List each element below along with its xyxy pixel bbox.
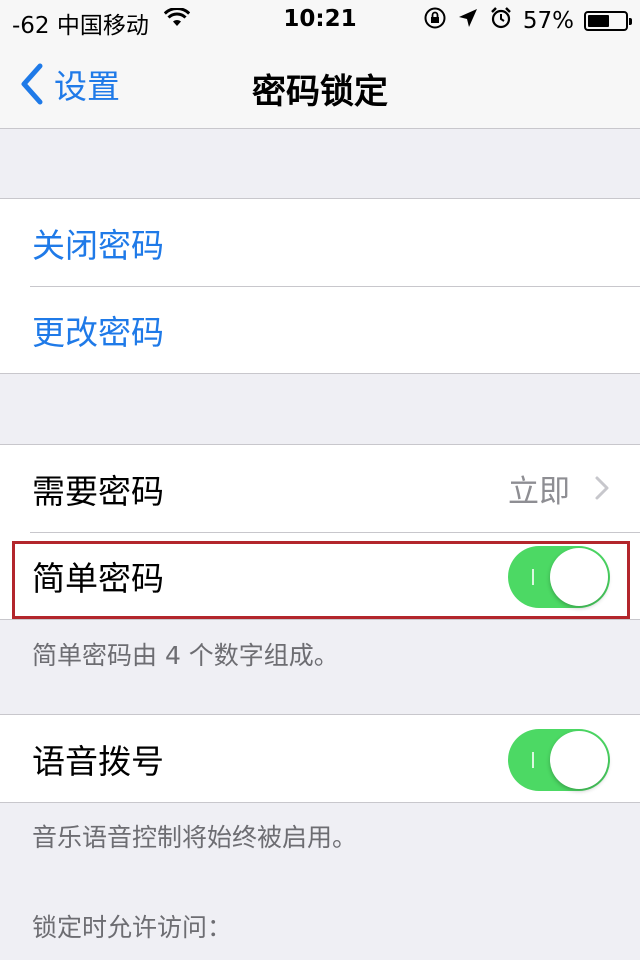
turn-off-passcode-row[interactable]: 关闭密码 bbox=[0, 199, 640, 286]
toggle-knob bbox=[550, 731, 608, 789]
turn-off-passcode-label: 关闭密码 bbox=[32, 225, 164, 265]
simple-passcode-row: 简单密码 bbox=[0, 532, 640, 619]
voice-dial-label: 语音拨号 bbox=[32, 741, 164, 781]
status-bar: -62 中国移动 10:21 57% bbox=[0, 0, 640, 40]
screen: -62 中国移动 10:21 57% 设置 密码锁定 关闭密码 更改密码 需要密… bbox=[0, 0, 640, 960]
voice-dial-toggle[interactable] bbox=[508, 729, 610, 791]
toggle-knob bbox=[550, 548, 608, 606]
location-arrow-icon bbox=[457, 7, 479, 35]
voice-dial-row: 语音拨号 bbox=[0, 715, 640, 802]
voice-dial-group: 语音拨号 bbox=[0, 714, 640, 803]
toggle-on-indicator bbox=[532, 752, 534, 768]
simple-passcode-footer: 简单密码由 4 个数字组成。 bbox=[32, 641, 339, 670]
navigation-bar: 设置 密码锁定 bbox=[0, 40, 640, 129]
status-icons: 57% bbox=[423, 6, 632, 36]
require-passcode-label: 需要密码 bbox=[32, 471, 164, 511]
change-passcode-row[interactable]: 更改密码 bbox=[0, 286, 640, 373]
alarm-icon bbox=[489, 6, 513, 36]
page-title: 密码锁定 bbox=[252, 72, 388, 112]
require-passcode-value: 立即 bbox=[508, 474, 570, 510]
allow-access-when-locked-header: 锁定时允许访问： bbox=[32, 913, 233, 942]
battery-percent: 57% bbox=[522, 8, 574, 34]
simple-passcode-toggle[interactable] bbox=[508, 546, 610, 608]
chevron-right-icon bbox=[595, 476, 609, 500]
rotation-lock-icon bbox=[423, 6, 447, 36]
change-passcode-label: 更改密码 bbox=[32, 312, 164, 352]
battery-icon bbox=[584, 11, 632, 31]
require-passcode-row[interactable]: 需要密码 立即 bbox=[0, 445, 640, 532]
passcode-actions-group: 关闭密码 更改密码 bbox=[0, 198, 640, 374]
battery-fill bbox=[588, 15, 609, 27]
voice-dial-footer: 音乐语音控制将始终被启用。 bbox=[32, 823, 358, 852]
toggle-on-indicator bbox=[532, 569, 534, 585]
passcode-settings-group: 需要密码 立即 简单密码 bbox=[0, 444, 640, 620]
simple-passcode-label: 简单密码 bbox=[32, 558, 164, 598]
